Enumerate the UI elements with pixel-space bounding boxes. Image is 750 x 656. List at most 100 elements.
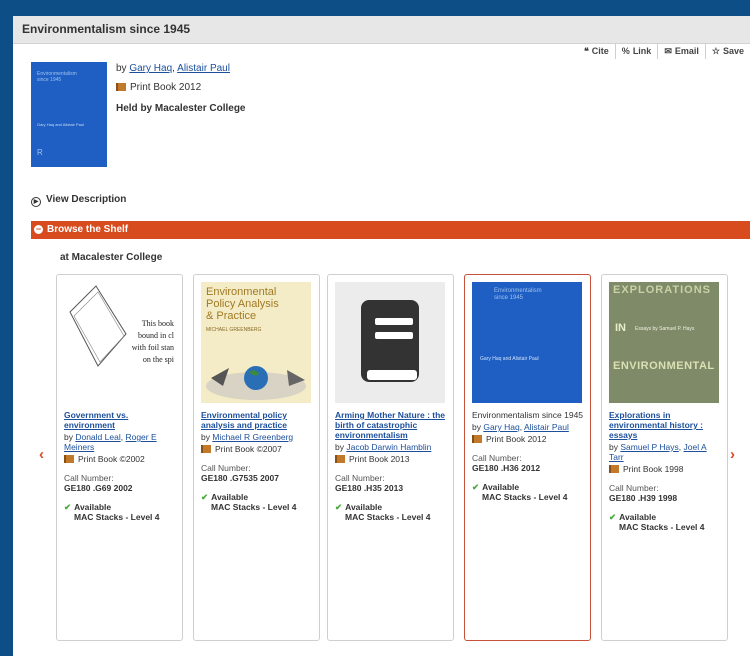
- book-cover[interactable]: [335, 282, 445, 403]
- email-label: Email: [674, 46, 699, 56]
- shelf-item-current[interactable]: Environmentalism since 1945 Gary Haq and…: [464, 274, 591, 641]
- next-arrow-icon[interactable]: ›: [730, 446, 735, 463]
- book-cover[interactable]: EXPLORATIONS IN Essays by Samuel P. Hays…: [609, 282, 719, 403]
- author-line: by Gary Haq, Alistair Paul: [116, 63, 230, 74]
- location: MAC Stacks - Level 4: [482, 492, 568, 502]
- call-number: GE180 .H35 2013: [335, 483, 404, 493]
- item-authors: by Gary Haq, Alistair Paul: [472, 422, 569, 432]
- publisher-logo: R: [37, 148, 43, 157]
- call-number: GE180 .G69 2002: [64, 483, 133, 493]
- item-format: Print Book 1998: [609, 464, 721, 474]
- book-icon: [64, 455, 74, 463]
- book-cover[interactable]: Environmentalism since 1945 Gary Haq and…: [472, 282, 582, 403]
- item-format: Print Book ©2007: [201, 444, 313, 454]
- globe-illustration: [206, 366, 306, 400]
- item-title[interactable]: Arming Mother Nature : the birth of cata…: [335, 410, 447, 440]
- item-title[interactable]: Environmental policy analysis and practi…: [201, 410, 313, 430]
- author-link[interactable]: Donald Leal: [75, 432, 120, 442]
- book-cover[interactable]: This book bound in cl with foil stan on …: [64, 282, 174, 403]
- held-by: Held by Macalester College: [116, 103, 246, 114]
- availability: ✔ Available: [335, 502, 383, 512]
- item-title: Environmentalism since 1945: [472, 410, 584, 420]
- call-number-label: Call Number:: [201, 463, 251, 473]
- collapse-icon: −: [34, 224, 43, 234]
- cover-authors: Gary Haq and Alistair Paul: [480, 356, 539, 362]
- cover-text: EXPLORATIONS: [613, 284, 711, 296]
- shelf-item[interactable]: Arming Mother Nature : the birth of cata…: [327, 274, 454, 641]
- check-icon: ✔: [64, 502, 72, 512]
- item-title[interactable]: Government vs. environment: [64, 410, 176, 430]
- author-link[interactable]: Michael R Greenberg: [212, 432, 293, 442]
- author-link[interactable]: Alistair Paul: [524, 422, 569, 432]
- shelf-item[interactable]: This book bound in cl with foil stan on …: [56, 274, 183, 641]
- check-icon: ✔: [472, 482, 480, 492]
- cover-text: This book bound in cl with foil stan on …: [131, 319, 174, 364]
- call-number: GE180 .H36 2012: [472, 463, 541, 473]
- link-label: Link: [632, 46, 652, 56]
- author-link[interactable]: Gary Haq: [483, 422, 519, 432]
- cover-authors: Gary Haq and Alistair Paul: [37, 122, 84, 127]
- call-number-label: Call Number:: [609, 483, 659, 493]
- prev-arrow-icon[interactable]: ‹: [39, 446, 44, 463]
- item-format: Print Book ©2002: [64, 454, 176, 464]
- availability: ✔ Available: [609, 512, 657, 522]
- location: MAC Stacks - Level 4: [345, 512, 431, 522]
- author-link[interactable]: Samuel P Hays: [620, 442, 678, 452]
- shelf-item[interactable]: Environmental Policy Analysis & Practice…: [193, 274, 320, 641]
- cover-text: ENVIRONMENTAL: [613, 360, 715, 372]
- cover-text: IN: [615, 322, 626, 334]
- book-icon: [116, 83, 126, 91]
- location: MAC Stacks - Level 4: [74, 512, 160, 522]
- email-button[interactable]: ✉ Email: [657, 43, 705, 59]
- record-panel: Environmentalism since 1945 ❝ Cite % Lin…: [13, 16, 750, 656]
- link-icon: %: [621, 46, 630, 56]
- book-cover[interactable]: Environmentalism since 1945 Gary Haq and …: [31, 62, 107, 167]
- item-title[interactable]: Explorations in environmental history : …: [609, 410, 721, 440]
- check-icon: ✔: [201, 492, 209, 502]
- book-cover[interactable]: Environmental Policy Analysis & Practice…: [201, 282, 311, 403]
- item-authors: by Michael R Greenberg: [201, 432, 294, 442]
- cover-title: Environmentalism since 1945: [37, 71, 77, 83]
- shelf-item[interactable]: EXPLORATIONS IN Essays by Samuel P. Hays…: [601, 274, 728, 641]
- availability: ✔ Available: [201, 492, 249, 502]
- author-link[interactable]: Alistair Paul: [177, 63, 230, 74]
- book-icon: [335, 455, 345, 463]
- view-description-toggle[interactable]: ▶ View Description: [31, 194, 126, 207]
- item-format: Print Book 2012: [472, 434, 584, 444]
- availability: ✔ Available: [472, 482, 520, 492]
- call-number-label: Call Number:: [64, 473, 114, 483]
- item-authors: by Samuel P Hays, Joel A Tarr: [609, 442, 707, 462]
- cite-label: Cite: [591, 46, 609, 56]
- call-number-label: Call Number:: [335, 473, 385, 483]
- cite-button[interactable]: ❝ Cite: [578, 43, 615, 59]
- author-link[interactable]: Gary Haq: [129, 63, 172, 74]
- star-icon: ☆: [711, 45, 720, 56]
- save-label: Save: [722, 46, 744, 56]
- book-placeholder-icon: [361, 300, 419, 382]
- availability: ✔ Available: [64, 502, 112, 512]
- book-icon: [609, 465, 619, 473]
- link-button[interactable]: % Link: [614, 43, 658, 59]
- page-title: Environmentalism since 1945: [22, 22, 191, 36]
- check-icon: ✔: [609, 512, 617, 522]
- location: MAC Stacks - Level 4: [211, 502, 297, 512]
- title-bar: Environmentalism since 1945: [13, 16, 750, 44]
- call-number-label: Call Number:: [472, 453, 522, 463]
- call-number: GE180 .H39 1998: [609, 493, 678, 503]
- location: MAC Stacks - Level 4: [619, 522, 705, 532]
- book-icon: [201, 445, 211, 453]
- browse-shelf-label: Browse the Shelf: [47, 224, 129, 235]
- browse-shelf-bar[interactable]: − Browse the Shelf: [31, 221, 750, 239]
- record-meta: by Gary Haq, Alistair Paul Print Book 20…: [116, 63, 246, 115]
- item-authors: by Donald Leal, Roger E Meiners: [64, 432, 157, 452]
- library-label: at Macalester College: [60, 252, 163, 263]
- save-button[interactable]: ☆ Save: [704, 43, 750, 59]
- cover-text: Environmentalism since 1945: [494, 288, 542, 301]
- call-number: GE180 .G7535 2007: [201, 473, 279, 483]
- expand-icon: ▶: [31, 197, 41, 207]
- cover-text: Essays by Samuel P. Hays: [635, 326, 695, 332]
- quote-icon: ❝: [583, 45, 589, 56]
- author-link[interactable]: Jacob Darwin Hamblin: [346, 442, 431, 452]
- check-icon: ✔: [335, 502, 343, 512]
- action-toolbar: ❝ Cite % Link ✉ Email ☆ Save: [578, 43, 750, 59]
